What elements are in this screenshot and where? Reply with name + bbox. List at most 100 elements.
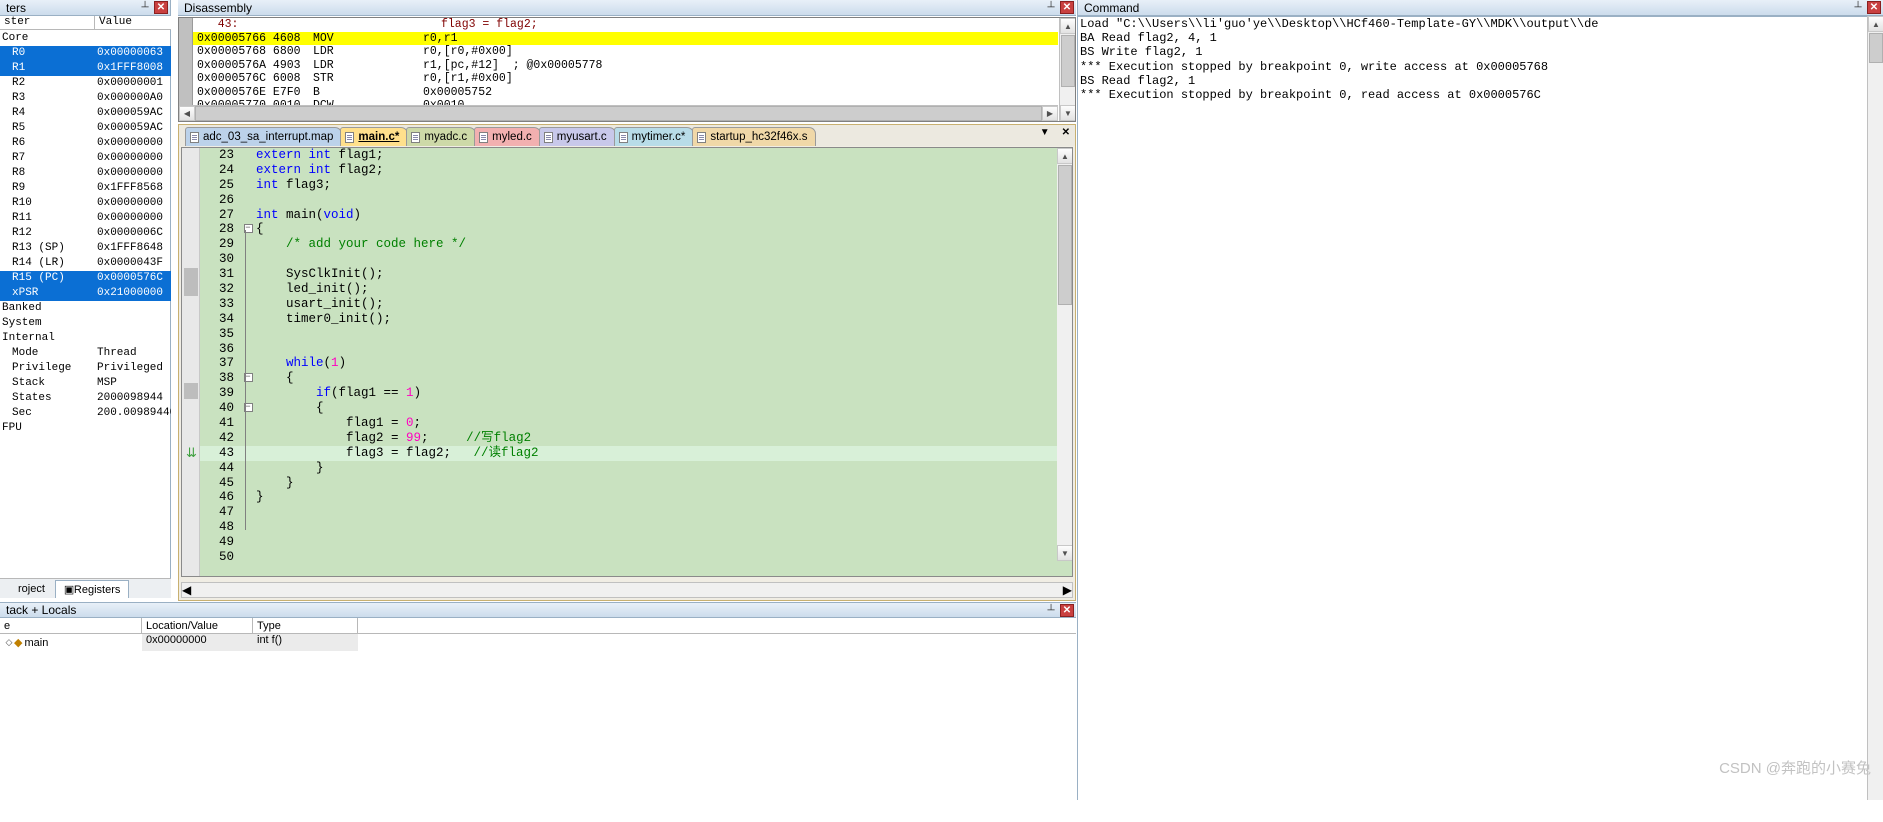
code-line[interactable]: 31 SysClkInit();: [200, 267, 1072, 282]
pin-icon[interactable]: ┴: [1851, 1, 1865, 14]
scroll-thumb[interactable]: [1869, 33, 1883, 63]
code-editor[interactable]: ⇊ 23 extern int flag1; 24 extern int flag2;…: [181, 147, 1073, 577]
disassembly-vertical-scrollbar[interactable]: ▲ ▼: [1059, 18, 1075, 121]
code-line[interactable]: 44 }: [200, 461, 1072, 476]
code-line[interactable]: 33 usart_init();: [200, 297, 1072, 312]
code-line[interactable]: 32 led_init();: [200, 282, 1072, 297]
register-row[interactable]: R11 0x00000000: [0, 211, 171, 226]
pin-icon[interactable]: ┴: [138, 1, 152, 14]
scroll-left-icon[interactable]: ◀: [179, 106, 195, 121]
code-line[interactable]: 26: [200, 193, 1072, 208]
editor-tab-mytimer-c-[interactable]: mytimer.c*: [613, 127, 695, 146]
code-line[interactable]: 25 int flag3;: [200, 178, 1072, 193]
disassembly-line[interactable]: 0x0000576A 4903 LDR r1,[pc,#12] ; @0x00005…: [193, 59, 1058, 73]
register-row[interactable]: R1 0x1FFF8008: [0, 61, 171, 76]
code-line[interactable]: 45 }: [200, 476, 1072, 491]
code-line[interactable]: 38− {: [200, 371, 1072, 386]
register-row[interactable]: States 2000098944: [0, 391, 171, 406]
code-line[interactable]: 42 flag2 = 99; //写flag2: [200, 431, 1072, 446]
register-row[interactable]: Internal: [0, 331, 171, 346]
register-row[interactable]: R8 0x00000000: [0, 166, 171, 181]
register-row[interactable]: R4 0x000059AC: [0, 106, 171, 121]
scroll-thumb[interactable]: [1061, 35, 1075, 87]
code-line[interactable]: 34 timer0_init();: [200, 312, 1072, 327]
fold-toggle-icon[interactable]: −: [240, 401, 256, 416]
close-icon[interactable]: ✕: [1867, 1, 1881, 14]
scroll-left-icon[interactable]: ◀: [182, 583, 191, 597]
tab-registers[interactable]: ▣Registers: [54, 579, 130, 598]
code-line[interactable]: 27 int main(void): [200, 208, 1072, 223]
editor-tab-startup-hc32f46x-s[interactable]: startup_hc32f46x.s: [692, 127, 817, 146]
editor-tab-main-c-[interactable]: main.c*: [340, 127, 409, 146]
register-row[interactable]: System: [0, 316, 171, 331]
tab-project[interactable]: roject: [0, 581, 53, 597]
register-row[interactable]: FPU: [0, 421, 171, 436]
code-line[interactable]: 43 flag3 = flag2; //读flag2: [200, 445, 1072, 461]
register-row[interactable]: R6 0x00000000: [0, 136, 171, 151]
fold-toggle-icon[interactable]: −: [240, 222, 256, 237]
register-row[interactable]: xPSR 0x21000000: [0, 286, 171, 301]
scroll-up-icon[interactable]: ▲: [1868, 16, 1883, 32]
fold-toggle-icon[interactable]: −: [240, 371, 256, 386]
register-row[interactable]: Mode Thread: [0, 346, 171, 361]
register-row[interactable]: R14 (LR) 0x0000043F: [0, 256, 171, 271]
code-line[interactable]: 37 while(1): [200, 356, 1072, 371]
code-line[interactable]: 39 if(flag1 == 1): [200, 386, 1072, 401]
callstack-rows[interactable]: ◇ ◆ main 0x00000000 int f(): [0, 634, 1076, 651]
scroll-up-icon[interactable]: ▲: [1057, 148, 1072, 164]
editor-breakpoint-margin[interactable]: ⇊: [182, 148, 200, 576]
register-row[interactable]: R12 0x0000006C: [0, 226, 171, 241]
command-vertical-scrollbar[interactable]: ▲: [1867, 16, 1883, 822]
editor-vertical-scrollbar[interactable]: ▲ ▼: [1057, 148, 1072, 561]
scroll-right-icon[interactable]: ▶: [1042, 106, 1058, 121]
disassembly-line[interactable]: 43: flag3 = flag2;: [193, 18, 1058, 32]
scroll-up-icon[interactable]: ▲: [1060, 18, 1075, 34]
code-line[interactable]: 48: [200, 520, 1072, 535]
pin-icon[interactable]: ┴: [1044, 604, 1058, 617]
editor-horizontal-scrollbar[interactable]: ◀ ▶: [181, 582, 1073, 598]
registers-tree[interactable]: Core R0 0x00000063 R1 0x1FFF8008 R2 0x00000001…: [0, 31, 171, 576]
editor-tab-myled-c[interactable]: myled.c: [474, 127, 541, 146]
register-row[interactable]: Stack MSP: [0, 376, 171, 391]
disassembly-line[interactable]: 0x0000576E E7F0 B 0x00005752: [193, 86, 1058, 100]
code-line[interactable]: 29 /* add your code here */: [200, 237, 1072, 252]
code-line[interactable]: 23 extern int flag1;: [200, 148, 1072, 163]
code-line[interactable]: 46}: [200, 490, 1072, 505]
scroll-right-icon[interactable]: ▶: [1063, 583, 1072, 597]
command-output[interactable]: Load "C:\\Users\\li'guo'ye\\Desktop\\HCf…: [1078, 16, 1883, 822]
register-row[interactable]: R9 0x1FFF8568: [0, 181, 171, 196]
code-line[interactable]: 49: [200, 535, 1072, 550]
code-line[interactable]: 41 flag1 = 0;: [200, 416, 1072, 431]
register-row[interactable]: R5 0x000059AC: [0, 121, 171, 136]
register-row[interactable]: R0 0x00000063: [0, 46, 171, 61]
register-row[interactable]: Core: [0, 31, 171, 46]
editor-tab-myadc-c[interactable]: myadc.c: [406, 127, 477, 146]
expander-icon[interactable]: ◇: [4, 637, 14, 648]
register-row[interactable]: R3 0x000000A0: [0, 91, 171, 106]
register-row[interactable]: Sec 200.00989440: [0, 406, 171, 421]
table-row[interactable]: ◇ ◆ main 0x00000000 int f(): [0, 634, 1076, 651]
scroll-down-icon[interactable]: ▼: [1057, 545, 1072, 561]
chevron-down-icon[interactable]: ▼: [1037, 127, 1053, 138]
register-row[interactable]: R7 0x00000000: [0, 151, 171, 166]
code-line[interactable]: 47: [200, 505, 1072, 520]
editor-tab-adc-03-sa-interrupt-map[interactable]: adc_03_sa_interrupt.map: [185, 127, 343, 146]
register-row[interactable]: R2 0x00000001: [0, 76, 171, 91]
code-line[interactable]: 50: [200, 550, 1072, 565]
close-icon[interactable]: ✕: [1059, 127, 1073, 138]
register-row[interactable]: R15 (PC) 0x0000576C: [0, 271, 171, 286]
scroll-thumb[interactable]: [195, 106, 1042, 121]
register-row[interactable]: Privilege Privileged: [0, 361, 171, 376]
code-line[interactable]: 40− {: [200, 401, 1072, 416]
disassembly-body[interactable]: 43: flag3 = flag2; 0x00005766 4608 MOV r0,r1…: [178, 17, 1076, 122]
code-line[interactable]: 36: [200, 342, 1072, 357]
code-line[interactable]: 30: [200, 252, 1072, 267]
pin-icon[interactable]: ┴: [1044, 1, 1058, 14]
code-line[interactable]: 24 extern int flag2;: [200, 163, 1072, 178]
close-icon[interactable]: ✕: [1060, 603, 1074, 617]
scroll-thumb[interactable]: [191, 583, 593, 597]
editor-tab-bar[interactable]: adc_03_sa_interrupt.map main.c* myadc.c myl…: [179, 125, 1075, 146]
register-row[interactable]: R13 (SP) 0x1FFF8648: [0, 241, 171, 256]
register-row[interactable]: Banked: [0, 301, 171, 316]
editor-tab-myusart-c[interactable]: myusart.c: [538, 127, 616, 146]
